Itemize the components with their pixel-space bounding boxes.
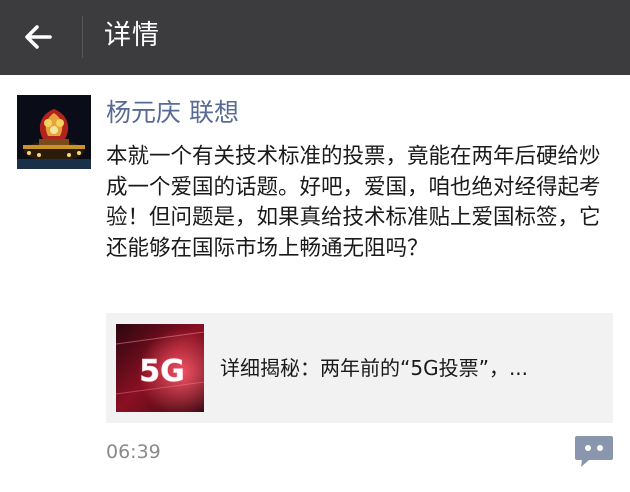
comment-button[interactable] (573, 432, 615, 470)
link-title: 详细揭秘：两年前的“5G投票”，... (220, 356, 529, 380)
back-button[interactable] (16, 14, 62, 60)
header-divider (82, 16, 83, 58)
5g-thumbnail-image: 5G (116, 324, 204, 412)
arrow-left-icon (25, 25, 52, 49)
post-text: 本就一个有关技术标准的投票，竟能在两年后硬给炒成一个爱国的话题。好吧，爱国，咱也… (106, 144, 601, 261)
author-name[interactable]: 杨元庆 联想 (106, 96, 239, 130)
comment-bubble-icon (575, 436, 613, 467)
post-time: 06:39 (106, 441, 161, 463)
lantern-display-avatar (17, 95, 91, 169)
avatar[interactable] (17, 95, 91, 169)
page-title: 详情 (104, 20, 160, 51)
shared-link-card[interactable]: 5G 详细揭秘：两年前的“5G投票”，... (106, 313, 613, 423)
thumbnail-5g-text: 5G (139, 354, 185, 389)
link-thumbnail: 5G (116, 324, 204, 412)
top-bar: 详情 (0, 0, 630, 75)
